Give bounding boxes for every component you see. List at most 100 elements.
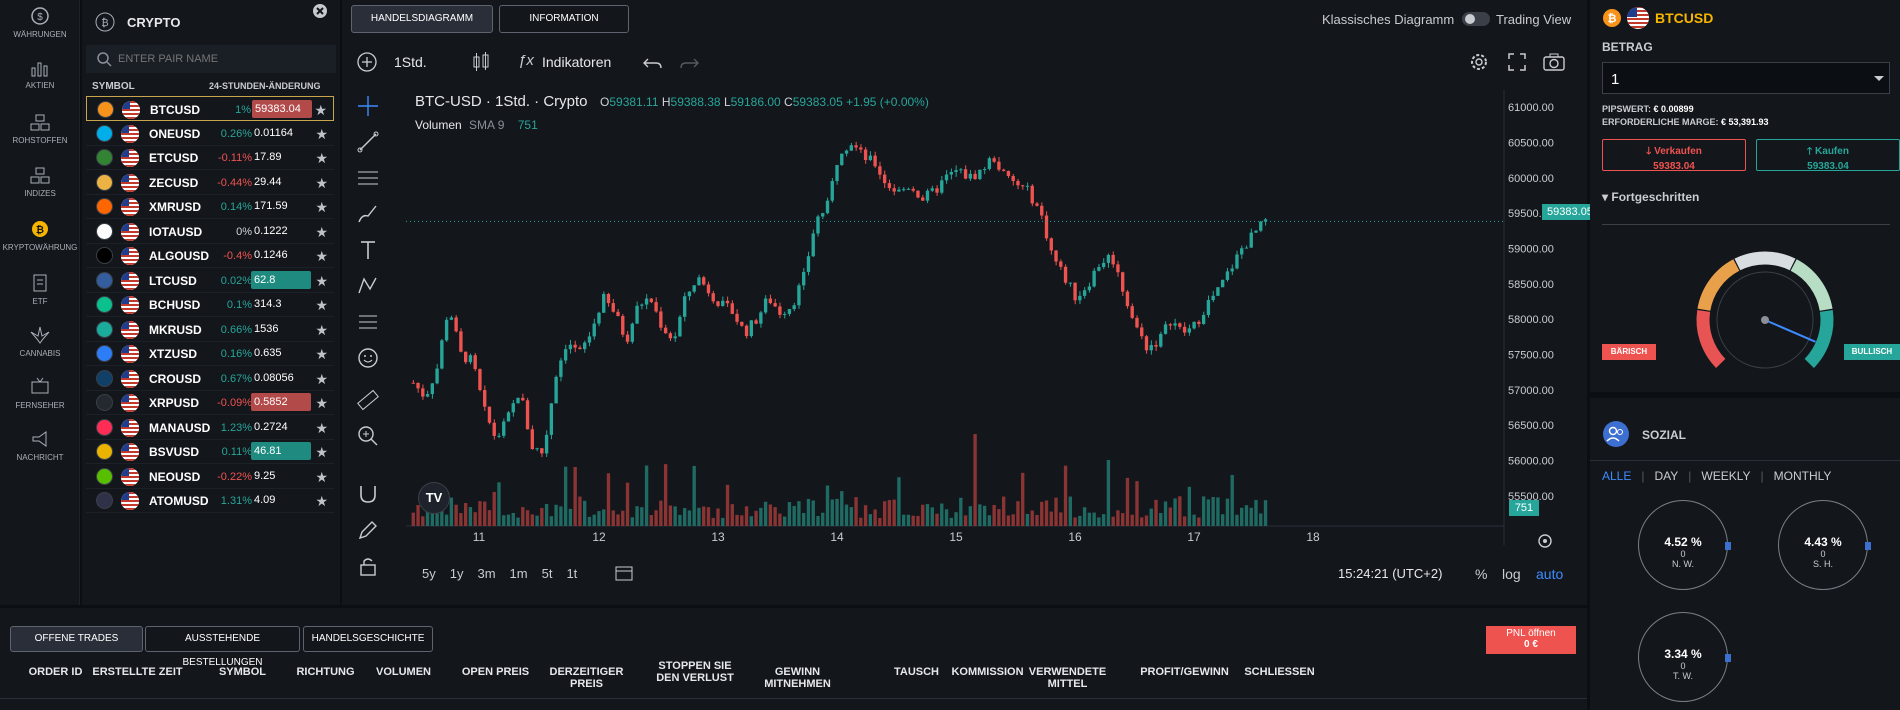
nav-indices[interactable]: INDIZES — [0, 166, 80, 198]
camera-icon[interactable] — [1542, 51, 1566, 73]
crypto-row-xtzusd[interactable]: XTZUSD 0.16% 0.635 ★ — [86, 341, 334, 366]
tab-pending-orders[interactable]: AUSSTEHENDE BESTELLUNGEN — [145, 626, 300, 668]
crypto-row-bchusd[interactable]: BCHUSD 0.1% 314.3 ★ — [86, 292, 334, 317]
price-chart[interactable]: 61000.0060500.0060000.0059500.0059000.00… — [406, 90, 1586, 555]
nav-cannabis[interactable]: CANNABIS — [0, 324, 80, 358]
zoom-in-icon[interactable] — [356, 424, 380, 448]
trendline-icon[interactable] — [356, 130, 380, 154]
search-input[interactable] — [118, 49, 318, 69]
crypto-row-xmrusd[interactable]: XMRUSD 0.14% 171.59 ★ — [86, 194, 334, 219]
star-icon[interactable]: ★ — [315, 322, 328, 339]
tradingview-logo[interactable]: TV — [418, 482, 450, 514]
star-icon[interactable]: ★ — [315, 444, 328, 461]
etf-icon — [33, 274, 47, 292]
lock-icon[interactable] — [356, 554, 380, 578]
crypto-row-neousd[interactable]: NEOUSD -0.22% 9.25 ★ — [86, 464, 334, 489]
crypto-row-etcusd[interactable]: ETCUSD -0.11% 17.89 ★ — [86, 145, 334, 170]
text-icon[interactable] — [356, 238, 380, 262]
star-icon[interactable]: ★ — [315, 395, 328, 412]
amount-select[interactable]: 1 — [1602, 62, 1890, 94]
star-icon[interactable]: ★ — [315, 248, 328, 265]
range-5y[interactable]: 5y — [422, 566, 436, 581]
range-1t[interactable]: 1t — [566, 566, 577, 581]
settings-icon[interactable] — [1468, 51, 1490, 73]
nav-tv[interactable]: FERNSEHER — [0, 376, 80, 410]
tab-open-trades[interactable]: OFFENE TRADES — [10, 626, 143, 652]
nav-commodities[interactable]: ROHSTOFFEN — [0, 113, 80, 145]
fib-icon[interactable] — [356, 166, 380, 190]
range-3m[interactable]: 3m — [477, 566, 495, 581]
ruler-icon[interactable] — [356, 388, 380, 412]
crypto-row-oneusd[interactable]: ONEUSD 0.26% 0.01164 ★ — [86, 121, 334, 146]
star-icon[interactable]: ★ — [315, 420, 328, 437]
star-icon[interactable]: ★ — [315, 346, 328, 363]
view-toggle[interactable] — [1462, 12, 1490, 26]
add-icon[interactable] — [356, 51, 378, 73]
range-1m[interactable]: 1m — [510, 566, 528, 581]
star-icon[interactable]: ★ — [315, 371, 328, 388]
star-icon[interactable]: ★ — [315, 493, 328, 510]
pair-symbol: MKRUSD — [149, 322, 202, 337]
brush-icon[interactable] — [356, 202, 380, 226]
range-1y[interactable]: 1y — [450, 566, 464, 581]
crypto-row-crousd[interactable]: CROUSD 0.67% 0.08056 ★ — [86, 366, 334, 391]
tab-trading-chart[interactable]: HANDELSDIAGRAMM — [351, 5, 493, 33]
crypto-row-xrpusd[interactable]: XRPUSD -0.09% 0.5852 ★ — [86, 390, 334, 415]
crypto-row-mkrusd[interactable]: MKRUSD 0.66% 1536 ★ — [86, 317, 334, 342]
interval-button[interactable]: 1Std. — [394, 54, 427, 70]
nav-news[interactable]: NACHRICHT — [0, 428, 80, 462]
star-icon[interactable]: ★ — [315, 175, 328, 192]
candle — [1001, 169, 1006, 171]
filter-weekly[interactable]: WEEKLY — [1701, 469, 1750, 483]
percent-toggle[interactable]: % — [1475, 566, 1487, 582]
star-icon[interactable]: ★ — [315, 199, 328, 216]
crypto-row-manausd[interactable]: MANAUSD 1.23% 0.2724 ★ — [86, 415, 334, 440]
close-icon[interactable] — [312, 3, 328, 19]
candle — [892, 188, 896, 192]
magnet-icon[interactable] — [356, 482, 380, 506]
nav-currencies[interactable]: $ WÄHRUNGEN — [0, 5, 80, 39]
log-toggle[interactable]: log — [1502, 566, 1521, 582]
star-icon[interactable]: ★ — [315, 469, 328, 486]
buy-button[interactable]: 🡑 Kaufen 59383.04 — [1756, 139, 1900, 172]
indicators-button[interactable]: Indikatoren — [542, 54, 611, 70]
star-icon[interactable]: ★ — [315, 297, 328, 314]
redo-icon[interactable] — [678, 52, 700, 72]
nav-etf[interactable]: ETF — [0, 272, 80, 306]
auto-toggle[interactable]: auto — [1536, 566, 1563, 582]
fullscreen-icon[interactable] — [1506, 51, 1528, 73]
filter-day[interactable]: DAY — [1654, 469, 1678, 483]
pencil-lock-icon[interactable] — [356, 518, 380, 542]
star-icon[interactable]: ★ — [315, 150, 328, 167]
volume-bar — [492, 491, 496, 526]
filter-all[interactable]: ALLE — [1602, 469, 1631, 483]
advanced-toggle[interactable]: ▾ Fortgeschritten — [1602, 190, 1699, 204]
crosshair-icon[interactable] — [356, 94, 380, 118]
crypto-row-ltcusd[interactable]: LTCUSD 0.02% 62.8 ★ — [86, 268, 334, 293]
scale-settings-icon[interactable] — [1536, 532, 1554, 550]
crypto-row-iotausd[interactable]: IOTAUSD 0% 0.1222 ★ — [86, 219, 334, 244]
ohlc-low: 59186.00 — [730, 95, 781, 109]
goto-date-icon[interactable] — [614, 564, 634, 582]
undo-icon[interactable] — [642, 52, 664, 72]
crypto-row-bsvusd[interactable]: BSVUSD 0.11% 46.81 ★ — [86, 439, 334, 464]
crypto-row-zecusd[interactable]: ZECUSD -0.44% 29.44 ★ — [86, 170, 334, 195]
crypto-row-atomusd[interactable]: ATOMUSD 1.31% 4.09 ★ — [86, 488, 334, 513]
filter-monthly[interactable]: MONTHLY — [1774, 469, 1832, 483]
crypto-row-algousd[interactable]: ALGOUSD -0.4% 0.1246 ★ — [86, 243, 334, 268]
range-5t[interactable]: 5t — [542, 566, 553, 581]
sell-button[interactable]: 🡓 Verkaufen 59383.04 — [1602, 139, 1746, 172]
nav-crypto[interactable]: ₿ KRYPTOWÄHRUNG — [0, 218, 80, 252]
prediction-icon[interactable] — [356, 310, 380, 334]
candles-icon[interactable] — [470, 51, 492, 73]
nav-stocks[interactable]: AKTIEN — [0, 58, 80, 90]
pattern-icon[interactable] — [356, 274, 380, 298]
emoji-icon[interactable] — [356, 346, 380, 370]
crypto-row-btcusd[interactable]: BTCUSD 1% 59383.04 ★ — [86, 96, 334, 121]
star-icon[interactable]: ★ — [314, 102, 327, 119]
star-icon[interactable]: ★ — [315, 273, 328, 290]
star-icon[interactable]: ★ — [315, 126, 328, 143]
tab-information[interactable]: INFORMATION — [499, 5, 629, 33]
star-icon[interactable]: ★ — [315, 224, 328, 241]
tab-trade-history[interactable]: HANDELSGESCHICHTE — [303, 626, 433, 652]
